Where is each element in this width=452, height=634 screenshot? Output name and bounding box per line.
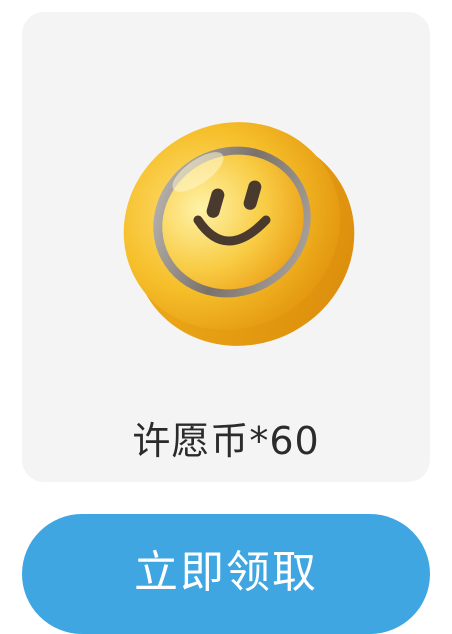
reward-card: 许愿币*60 — [22, 12, 430, 482]
coin-container — [22, 12, 430, 392]
reward-label: 许愿币*60 — [132, 419, 320, 463]
claim-now-label: 立即领取 — [134, 547, 318, 598]
claim-now-button[interactable]: 立即领取 — [22, 514, 430, 634]
smiley-coin-icon — [123, 122, 355, 346]
